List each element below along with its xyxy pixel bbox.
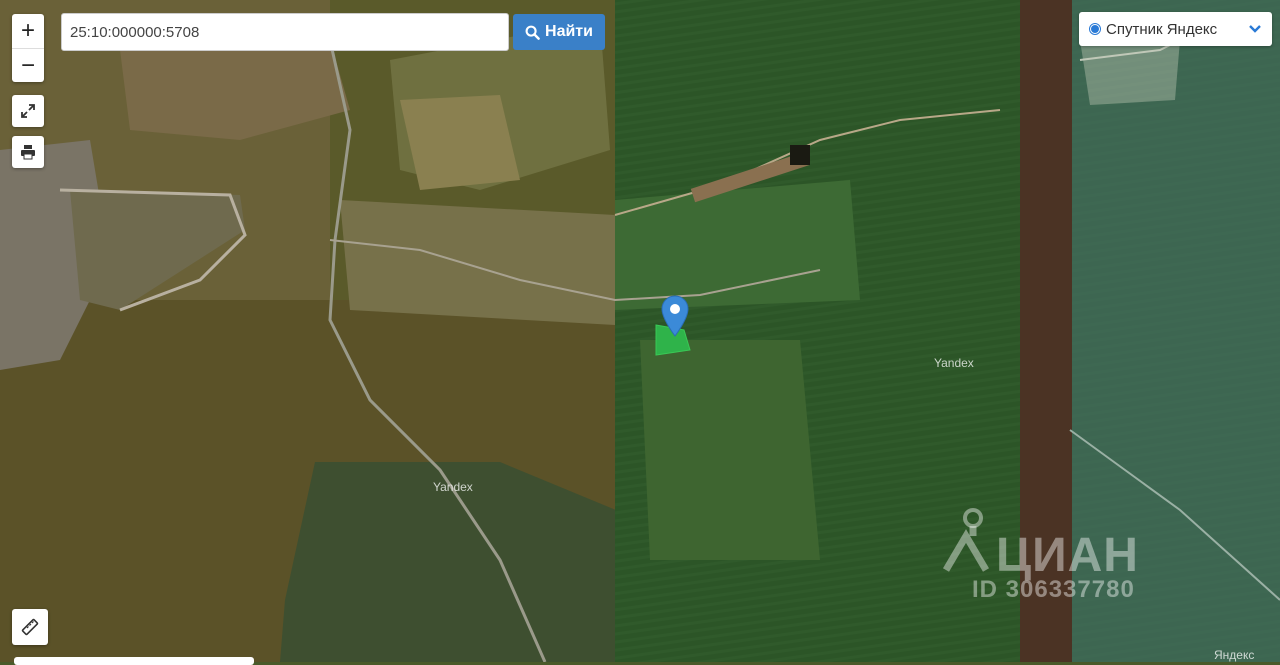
print-button[interactable] <box>12 136 44 168</box>
satellite-map[interactable]: Yandex Yandex Яндекс <box>0 0 1280 662</box>
search-button[interactable]: Найти <box>513 14 605 50</box>
layer-select-label: Спутник Яндекс <box>1106 20 1218 38</box>
search-icon <box>525 25 540 40</box>
search-input[interactable] <box>61 13 509 51</box>
zoom-out-button[interactable]: − <box>12 48 44 83</box>
radio-selected-icon <box>1089 23 1101 35</box>
chevron-down-icon <box>1249 25 1261 33</box>
fullscreen-button[interactable] <box>12 95 44 127</box>
provider-label: Яндекс <box>1214 648 1255 662</box>
zoom-controls: + − <box>12 14 44 82</box>
zoom-in-button[interactable]: + <box>12 14 44 48</box>
ruler-icon <box>21 618 39 636</box>
ruler-button[interactable] <box>12 609 48 645</box>
provider-label: Yandex <box>433 480 473 494</box>
print-icon <box>21 145 35 160</box>
expand-icon <box>21 104 35 118</box>
bottom-panel-edge <box>14 657 254 665</box>
location-marker-icon[interactable] <box>661 295 689 337</box>
map-layer-select[interactable]: Спутник Яндекс <box>1079 12 1272 46</box>
provider-label: Yandex <box>934 356 974 370</box>
search-button-label: Найти <box>545 23 593 40</box>
satellite-imagery <box>0 0 1280 662</box>
